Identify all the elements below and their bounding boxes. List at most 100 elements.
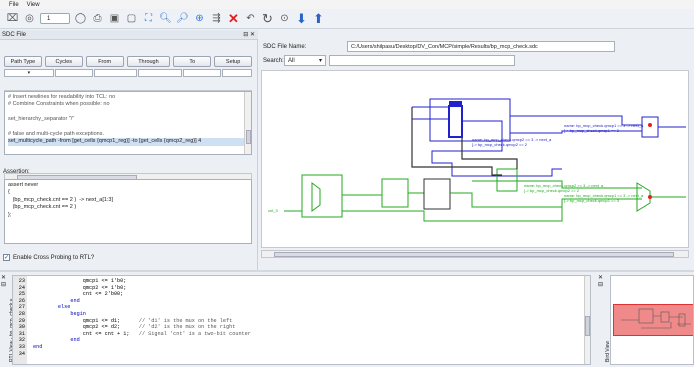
canvas-hscrollbar[interactable] (261, 250, 689, 258)
editor-vscrollbar[interactable] (244, 92, 251, 154)
constraint-row: ▾ (4, 69, 252, 77)
schematic-canvas[interactable]: name: bp_mcp_check.qmcp1 == 3 -> next_a … (261, 70, 689, 248)
line-number: 28 (18, 310, 25, 317)
print-preview-icon[interactable]: ▣ (108, 12, 121, 25)
net-label-group-green-2: name: bp_mcp_check.qmcp2 == 3 -> next_a … (524, 183, 603, 193)
close-icon[interactable]: ✕ (598, 274, 603, 281)
menu-view[interactable]: View (27, 2, 40, 8)
constraint-table-header: Path Type Cycles From Through To Setup (4, 56, 253, 67)
float-icon[interactable]: ⊟ (1, 281, 10, 288)
file-path-field[interactable]: C:/Users/shilpasu/Desktop/DV_Con/MCP/sim… (347, 41, 615, 52)
close-icon[interactable]: ✕ (1, 274, 10, 281)
rtl-view-panel: ✕ ⊟ RTL View - bp_mcp_check.v 2324252627… (0, 272, 596, 367)
code-line: qmcp1 <= 1'b0; (33, 278, 127, 284)
editor-line: set_hierarchy_separator "/" (8, 116, 75, 123)
search-scope-select[interactable]: All ▾ (284, 55, 326, 66)
code-line: end (33, 297, 80, 304)
input-net-label: cnt_3 (268, 208, 278, 213)
file-name-label: SDC File Name: (263, 44, 307, 50)
arrow-down-icon[interactable]: ⬇ (295, 12, 308, 25)
run-icon[interactable]: ◎ (23, 12, 36, 25)
line-number: 23 (18, 278, 25, 284)
sdc-panel: SDC File ⊟ ✕ Path Type Cycles From Throu… (0, 30, 258, 270)
sdc-panel-header: SDC File ⊟ ✕ (0, 30, 258, 40)
register-cnt (423, 178, 451, 210)
zoom-area-icon[interactable]: ⊕ (193, 12, 206, 25)
code-text: qmcp1 <= 1'b0; qmcp2 <= 1'b0; cnt <= 2'b… (27, 276, 251, 364)
header-cycles[interactable]: Cycles (44, 56, 83, 67)
cycles-field[interactable] (54, 69, 93, 77)
undo-icon[interactable]: ↶ (244, 12, 257, 25)
line-number: 33 (18, 343, 25, 350)
net-label-group-blue: name: bp_mcp_check.qmcp1 == 3 -> next_a … (564, 123, 643, 133)
cross-probe-checkbox[interactable]: ✓ (3, 254, 10, 261)
through-field[interactable] (138, 69, 183, 77)
chevron-down-icon: ▾ (318, 58, 322, 64)
assertion-line: (bp_mcp_check.cnt == 2 ) -> next_a[1:3] (8, 196, 114, 203)
float-close-icon[interactable]: ⊟ ✕ (243, 31, 255, 38)
search-input[interactable] (329, 55, 515, 66)
code-line: cnt <= 2'b00; (33, 291, 124, 298)
zoom-out-icon[interactable]: 🔎︎ (176, 12, 189, 25)
scroll-thumb[interactable] (246, 130, 251, 144)
rtl-view-dock-bar: ✕ ⊟ RTL View - bp_mcp_check.v (1, 274, 15, 364)
search-label: Search: (263, 58, 284, 64)
delete-icon[interactable]: ✕ (227, 12, 240, 25)
stop-icon[interactable]: ◯ (74, 12, 87, 25)
bird-view-canvas[interactable] (610, 275, 694, 365)
code-line: begin (33, 310, 86, 317)
code-line: qmcp1 <= d1; // 'd1' is the mux on the l… (33, 317, 233, 324)
window-icon[interactable]: ▢ (125, 12, 138, 25)
schematic-panel: SDC File Name: C:/Users/shilpasu/Desktop… (259, 30, 694, 270)
setup-field[interactable] (222, 69, 252, 77)
zoom-in-icon[interactable]: 🔍︎ (159, 12, 172, 25)
sdc-editor[interactable]: # Insert newlines for readability into T… (4, 91, 252, 155)
header-label: To (189, 58, 196, 65)
code-line: qmcp2 <= d2; // 'd2' is the mux on the r… (33, 324, 236, 331)
code-line: end (33, 337, 80, 344)
code-editor[interactable]: 23 24 25 26 27 28 29 30 31 32 33 34 qmcp1 <= 1'b0; … (12, 275, 591, 365)
line-number: 25 (18, 291, 25, 298)
refresh-icon[interactable]: ↻ (261, 12, 274, 25)
float-icon[interactable]: ⊟ (598, 281, 603, 288)
net-label-group-green: name: bp_mcp_check.qmcp1 == 3 -> next_a … (564, 193, 643, 203)
header-from[interactable]: From (85, 56, 124, 67)
from-field[interactable] (93, 69, 138, 77)
step-spinbox[interactable]: 1 (40, 13, 70, 24)
header-path-type[interactable]: Path Type (4, 56, 42, 67)
line-number: 27 (18, 304, 25, 311)
header-setup[interactable]: Setup (214, 56, 253, 67)
route-icon[interactable]: ⇶ (210, 12, 223, 25)
cross-probe-label: Enable Cross Probing to RTL? (13, 254, 95, 261)
line-number: 34 (18, 350, 25, 357)
code-line: qmcp2 <= 1'b0; (33, 284, 127, 291)
assertion-editor[interactable]: assert never { (bp_mcp_check.cnt == 2 ) … (4, 179, 252, 244)
to-field[interactable] (183, 69, 222, 77)
print-icon[interactable]: ⎙ (91, 12, 104, 25)
scroll-thumb[interactable] (274, 252, 674, 257)
header-label: From (98, 58, 112, 65)
scroll-thumb[interactable] (585, 316, 590, 336)
code-line: end (33, 343, 43, 350)
header-label: Path Type (10, 58, 36, 65)
path-type-select[interactable]: ▾ (4, 69, 54, 77)
editor-line: # Insert newlines for readability into T… (8, 94, 116, 100)
assertion-line: }; (8, 211, 12, 218)
target-icon[interactable]: ⊙ (278, 12, 291, 25)
zoom-fit-icon[interactable]: ⛶ (142, 12, 155, 25)
header-label: Setup (225, 58, 241, 65)
arrow-up-icon[interactable]: ⬆ (312, 12, 325, 25)
bird-view-dock-bar: ✕ ⊟ (598, 274, 603, 288)
bird-view-panel: ✕ ⊟ Bird View (596, 272, 694, 367)
menu-file[interactable]: File (9, 2, 19, 8)
select-icon[interactable]: ⌧ (6, 12, 19, 25)
line-number: 29 (18, 317, 25, 324)
line-number: 32 (18, 337, 25, 344)
cross-probe-row: ✓ Enable Cross Probing to RTL? (3, 254, 94, 261)
header-through[interactable]: Through (126, 56, 171, 67)
code-vscrollbar[interactable] (584, 276, 590, 364)
header-to[interactable]: To (173, 56, 212, 67)
